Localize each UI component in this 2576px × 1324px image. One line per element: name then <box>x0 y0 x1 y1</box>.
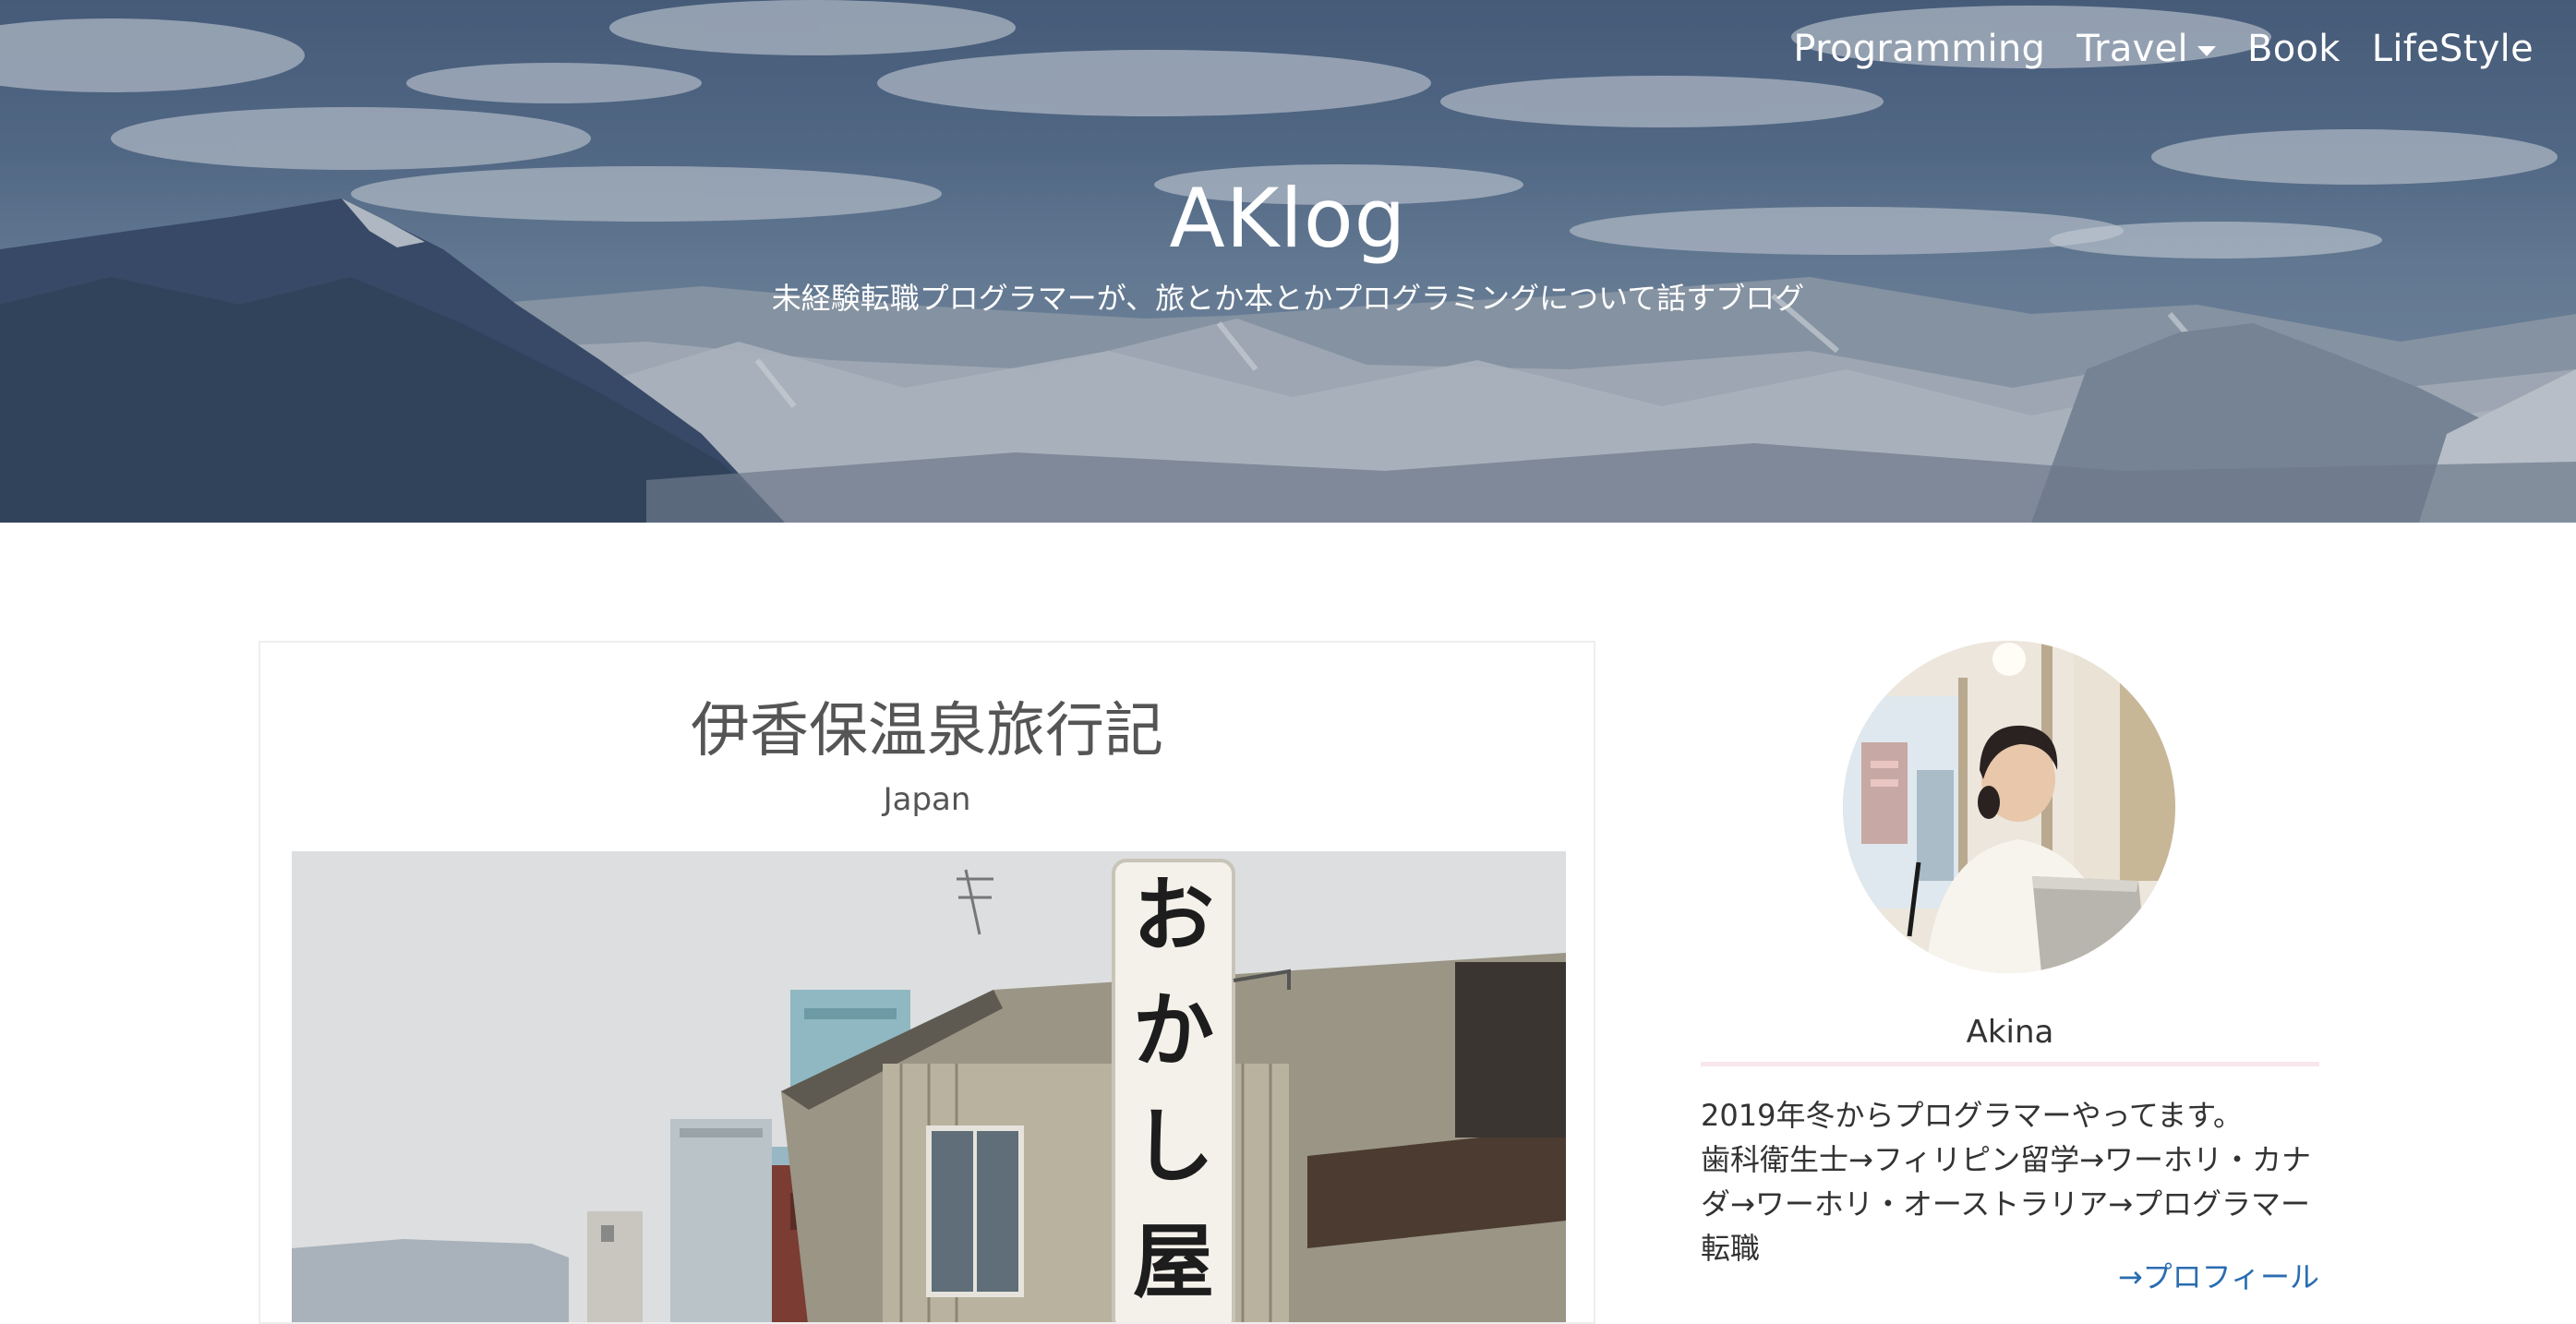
caret-down-icon <box>2197 45 2216 56</box>
profile-name: Akina <box>1966 1014 2054 1051</box>
site-subtitle: 未経験転職プログラマーが、旅とか本とかプログラミングについて話すブログ <box>771 281 1805 316</box>
nav-item-programming[interactable]: Programming <box>1793 28 2045 70</box>
post-category[interactable]: Japan <box>260 781 1594 818</box>
main-content: 伊香保温泉旅行記 Japan お か し 屋 Akina 2019年冬からプログ… <box>0 523 2576 1324</box>
hero-banner: Programming Travel Book LifeStyle AKlog … <box>0 0 2576 523</box>
profile-bio-line: 歯科衛生士→フィリピン留学→ワーホリ・カナダ→ワーホリ・オーストラリア→プログラ… <box>1701 1142 2311 1266</box>
svg-text:し: し <box>1133 1099 1214 1194</box>
nav-item-travel-dropdown[interactable]: Travel <box>2076 28 2216 70</box>
site-title[interactable]: AKlog <box>0 171 2576 266</box>
top-navigation: Programming Travel Book LifeStyle <box>1793 28 2534 70</box>
svg-text:お: お <box>1133 868 1214 963</box>
nav-item-travel-label: Travel <box>2076 28 2188 70</box>
post-thumbnail-image[interactable]: お か し 屋 <box>292 851 1566 1322</box>
profile-link[interactable]: →プロフィール <box>2118 1254 2319 1296</box>
profile-bio-line: 2019年冬からプログラマーやってます。 <box>1701 1098 2244 1133</box>
post-card[interactable]: 伊香保温泉旅行記 Japan お か し 屋 <box>259 641 1595 1324</box>
avatar <box>1843 641 2175 973</box>
nav-item-book[interactable]: Book <box>2247 28 2341 70</box>
post-title[interactable]: 伊香保温泉旅行記 <box>260 683 1594 768</box>
svg-text:か: か <box>1133 983 1214 1078</box>
profile-divider <box>1701 1062 2319 1066</box>
svg-text:屋: 屋 <box>1133 1214 1214 1309</box>
nav-item-lifestyle[interactable]: LifeStyle <box>2372 28 2534 70</box>
profile-bio: 2019年冬からプログラマーやってます。 歯科衛生士→フィリピン留学→ワーホリ・… <box>1701 1093 2319 1270</box>
